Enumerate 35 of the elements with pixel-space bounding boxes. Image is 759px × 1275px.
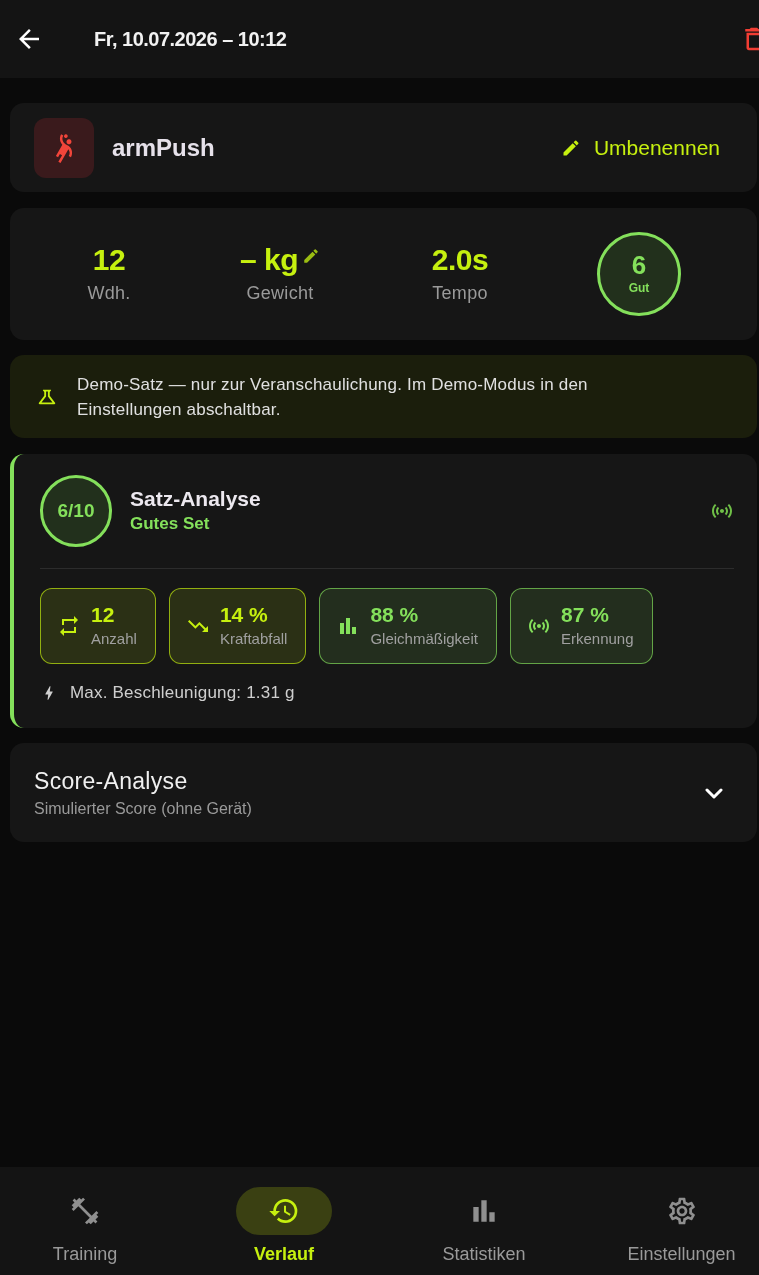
stat-label: Tempo <box>432 282 488 305</box>
stat-value: 12 <box>92 241 126 278</box>
metric-label: Kraftabfall <box>219 629 288 649</box>
stat-value: 2.0s <box>431 241 489 278</box>
score-label: Gut <box>628 280 650 297</box>
nav-tab[interactable]: Statistiken <box>398 1167 570 1275</box>
section-subtitle: Simulierter Score (ohne Gerät) <box>34 798 252 819</box>
nav-tab[interactable]: Training <box>0 1167 170 1275</box>
metric-label: Erkennung <box>560 629 634 649</box>
pencil-icon[interactable] <box>302 247 320 265</box>
stat-value: – kg <box>240 241 298 278</box>
max-acceleration-text: Max. Beschleunigung: 1.31 g <box>70 682 295 704</box>
section-title: Score-Analyse <box>34 766 188 796</box>
metric-value: 87 % <box>560 602 609 628</box>
metric-value: 14 % <box>219 602 268 628</box>
page-title: Fr, 10.07.2026 – 10:12 <box>94 27 287 52</box>
exercise-icon <box>34 117 94 178</box>
verdict-text: Gutes Set <box>130 513 210 535</box>
metric-label: Anzahl <box>91 629 137 649</box>
chevron-down-icon <box>705 787 723 800</box>
section-title: Satz-Analyse <box>130 486 261 512</box>
score-analysis-panel[interactable]: Score-Analyse Simulierter Score (ohne Gerät) <box>10 743 757 842</box>
exercise-name: armPush <box>112 132 215 163</box>
stat-label: Wdh. <box>87 282 131 305</box>
nav-tab[interactable]: Verlauf <box>170 1167 398 1275</box>
dumbbell-icon <box>69 1195 101 1227</box>
score-value: 6/10 <box>57 498 95 523</box>
metric-label: Gleichmäßigkeit <box>370 629 478 649</box>
demo-notice-text: Demo-Satz — nur zur Veranschaulichung. Im Demo-Modus in den Einstellungen abschaltbar. <box>77 373 589 421</box>
metric-value: 88 % <box>370 602 419 628</box>
nav-tab[interactable]: Einstellungen <box>570 1167 759 1275</box>
metric-value: 12 <box>91 602 115 628</box>
rename-button[interactable]: Umbenennen <box>560 131 720 164</box>
score-value: 6 <box>631 251 647 279</box>
stat-label: Gewicht <box>246 282 314 305</box>
